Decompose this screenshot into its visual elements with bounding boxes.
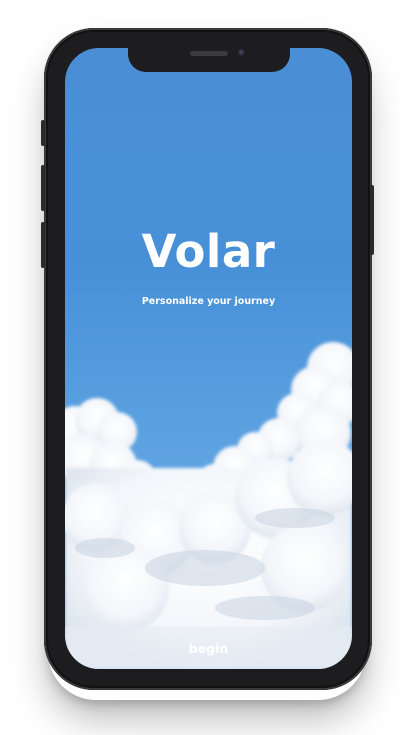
volume-up-button [41, 165, 45, 211]
speaker-grille [190, 51, 228, 56]
app-subtitle: Personalize your journey [141, 296, 276, 307]
app-title: Volar [141, 225, 276, 278]
front-camera-icon [238, 49, 246, 57]
clouds-background [65, 342, 352, 669]
silent-switch [41, 120, 45, 146]
volume-down-button [41, 222, 45, 268]
app-screen: Volar Personalize your journey begin [65, 48, 352, 669]
device-mockup-stage: Volar Personalize your journey begin [0, 0, 400, 735]
power-button [370, 185, 374, 255]
begin-button[interactable]: begin [65, 627, 352, 669]
